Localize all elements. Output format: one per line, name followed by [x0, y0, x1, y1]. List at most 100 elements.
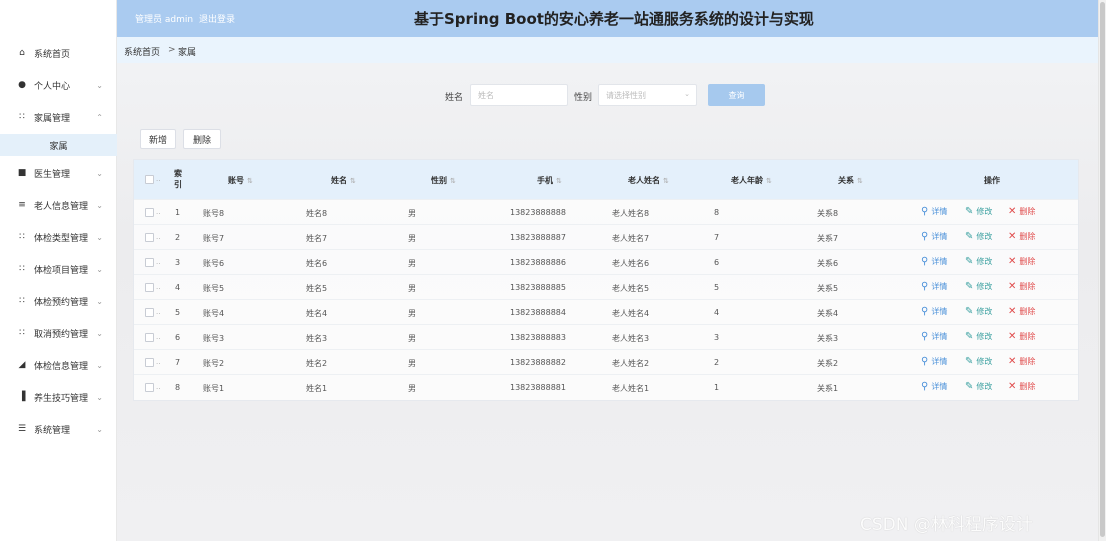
header-name-label: 姓名	[331, 176, 347, 185]
name-input[interactable]	[470, 84, 568, 106]
header-phone[interactable]: 手机 ⇅	[537, 175, 562, 186]
header-name[interactable]: 姓名 ⇅	[331, 175, 356, 186]
remove-button[interactable]: ✕ 删除	[1008, 306, 1035, 317]
table-header: .. 索 引 账号 ⇅ 姓名 ⇅ 性别 ⇅ 手机 ⇅ 老人姓名 ⇅ 老人年龄 ⇅ 关系 ⇅ 操…	[134, 160, 1078, 199]
cell-gender: 男	[408, 334, 416, 343]
query-button[interactable]: 查询	[708, 84, 765, 106]
close-icon: ✕	[1008, 206, 1017, 217]
close-icon: ✕	[1008, 381, 1017, 392]
header-elder-name[interactable]: 老人姓名 ⇅	[628, 175, 669, 186]
grid-icon: ∷	[19, 232, 25, 242]
row-checkbox[interactable]	[145, 258, 154, 267]
logout-link[interactable]: 退出登录	[199, 12, 235, 25]
detail-button[interactable]: ⚲ 详情	[921, 381, 947, 392]
sort-icon: ⇅	[450, 177, 456, 185]
edit-label: 修改	[976, 382, 993, 391]
detail-button[interactable]: ⚲ 详情	[921, 256, 947, 267]
pencil-icon: ✎	[965, 381, 974, 392]
sidebar-item-8[interactable]: ∷ 取消预约管理 ⌄	[0, 317, 117, 349]
sidebar-item-3[interactable]: ■ 医生管理 ⌄	[0, 157, 117, 189]
remove-button[interactable]: ✕ 删除	[1008, 331, 1035, 342]
edit-button[interactable]: ✎ 修改	[965, 356, 992, 367]
grid-icon: ∷	[19, 264, 25, 274]
edit-button[interactable]: ✎ 修改	[965, 281, 992, 292]
remove-button[interactable]: ✕ 删除	[1008, 206, 1035, 217]
remove-button[interactable]: ✕ 删除	[1008, 356, 1035, 367]
sidebar-item-label: 家属管理	[34, 113, 71, 124]
detail-button[interactable]: ⚲ 详情	[921, 231, 947, 242]
cell-elder-name: 老人姓名4	[612, 309, 650, 318]
sidebar-item-9[interactable]: ◢ 体检信息管理 ⌄	[0, 349, 117, 381]
breadcrumb-home[interactable]: 系统首页	[124, 45, 160, 58]
cell-account: 账号6	[203, 259, 225, 268]
sidebar-item-label: 体检信息管理	[34, 361, 89, 372]
detail-button[interactable]: ⚲ 详情	[921, 306, 947, 317]
header-elder-age[interactable]: 老人年龄 ⇅	[731, 175, 772, 186]
name-label: 姓名	[445, 93, 464, 103]
row-checkbox[interactable]	[145, 308, 154, 317]
detail-button[interactable]: ⚲ 详情	[921, 356, 947, 367]
gender-select[interactable]: 请选择性别 ⌄	[598, 84, 697, 106]
sidebar-item-7[interactable]: ∷ 体检预约管理 ⌄	[0, 285, 117, 317]
sidebar-item-10[interactable]: ▐ 养生技巧管理 ⌄	[0, 381, 117, 413]
header-elder-name-label: 老人姓名	[628, 176, 660, 185]
row-checkbox[interactable]	[145, 383, 154, 392]
sidebar-item-4[interactable]: ≡ 老人信息管理 ⌄	[0, 189, 117, 221]
remove-button[interactable]: ✕ 删除	[1008, 231, 1035, 242]
select-all-checkbox[interactable]	[145, 175, 154, 184]
search-icon: ⚲	[921, 231, 929, 242]
edit-button[interactable]: ✎ 修改	[965, 231, 992, 242]
vertical-scrollbar[interactable]	[1098, 0, 1106, 541]
cell-account: 账号1	[203, 384, 225, 393]
cell-elder-name: 老人姓名5	[612, 284, 650, 293]
row-checkbox[interactable]	[145, 233, 154, 242]
cell-gender: 男	[408, 259, 416, 268]
cell-gender: 男	[408, 284, 416, 293]
row-checkbox[interactable]	[145, 358, 154, 367]
detail-button[interactable]: ⚲ 详情	[921, 281, 947, 292]
breadcrumb: 系统首页 > 家属	[117, 37, 1098, 63]
remove-button[interactable]: ✕ 删除	[1008, 381, 1035, 392]
sidebar-subitem-family[interactable]: 家属	[0, 134, 117, 156]
row-checkbox[interactable]	[145, 333, 154, 342]
remove-label: 删除	[1019, 382, 1036, 391]
header-gender[interactable]: 性别 ⇅	[431, 175, 456, 186]
cell-elder-name: 老人姓名2	[612, 359, 650, 368]
sidebar-item-5[interactable]: ∷ 体检类型管理 ⌄	[0, 221, 117, 253]
admin-label: 管理员 admin	[135, 15, 194, 25]
sidebar-item-label: 系统首页	[34, 49, 71, 60]
scrollbar-thumb[interactable]	[1100, 2, 1105, 537]
edit-button[interactable]: ✎ 修改	[965, 331, 992, 342]
cell-phone: 13823888888	[510, 208, 566, 217]
sidebar-item-0[interactable]: ⌂ 系统首页	[0, 37, 117, 69]
add-button[interactable]: 新增	[140, 129, 176, 149]
cell-elder-name: 老人姓名7	[612, 234, 650, 243]
remove-button[interactable]: ✕ 删除	[1008, 256, 1035, 267]
cell-name: 姓名6	[306, 259, 328, 268]
sidebar-item-11[interactable]: ☰ 系统管理 ⌄	[0, 413, 117, 445]
row-checkbox[interactable]	[145, 283, 154, 292]
edit-button[interactable]: ✎ 修改	[965, 206, 992, 217]
header-account[interactable]: 账号 ⇅	[228, 175, 253, 186]
sidebar: ⌂ 系统首页 ● 个人中心 ⌄ ∷ 家属管理 ⌃ ■ 医生管理 ⌄ ≡ 老人信息管理 ⌄ ∷ 体检类型管理 ⌄ ∷…	[0, 0, 117, 541]
trash-icon: ■	[17, 168, 27, 178]
search-icon: ⚲	[921, 306, 929, 317]
detail-button[interactable]: ⚲ 详情	[921, 331, 947, 342]
page-title: 基于Spring Boot的安心养老一站通服务系统的设计与实现	[414, 10, 814, 28]
detail-button[interactable]: ⚲ 详情	[921, 206, 947, 217]
row-checkbox[interactable]	[145, 208, 154, 217]
sidebar-item-1[interactable]: ● 个人中心 ⌄	[0, 69, 117, 101]
sidebar-item-2[interactable]: ∷ 家属管理 ⌃	[0, 101, 117, 133]
header-relation[interactable]: 关系 ⇅	[838, 175, 863, 186]
delete-button[interactable]: 删除	[183, 129, 221, 149]
edit-button[interactable]: ✎ 修改	[965, 306, 992, 317]
sort-icon: ⇅	[247, 177, 253, 185]
edit-button[interactable]: ✎ 修改	[965, 256, 992, 267]
cell-name: 姓名5	[306, 284, 328, 293]
remove-button[interactable]: ✕ 删除	[1008, 281, 1035, 292]
sidebar-item-6[interactable]: ∷ 体检项目管理 ⌄	[0, 253, 117, 285]
edit-button[interactable]: ✎ 修改	[965, 381, 992, 392]
table-row: .. 8 账号1 姓名1 男 13823888881 老人姓名1 1 关系1 ⚲ 详情 ✎ 修改 ✕ 删除	[134, 374, 1078, 399]
chart-icon: ◢	[18, 360, 26, 370]
home-icon: ⌂	[19, 48, 25, 58]
